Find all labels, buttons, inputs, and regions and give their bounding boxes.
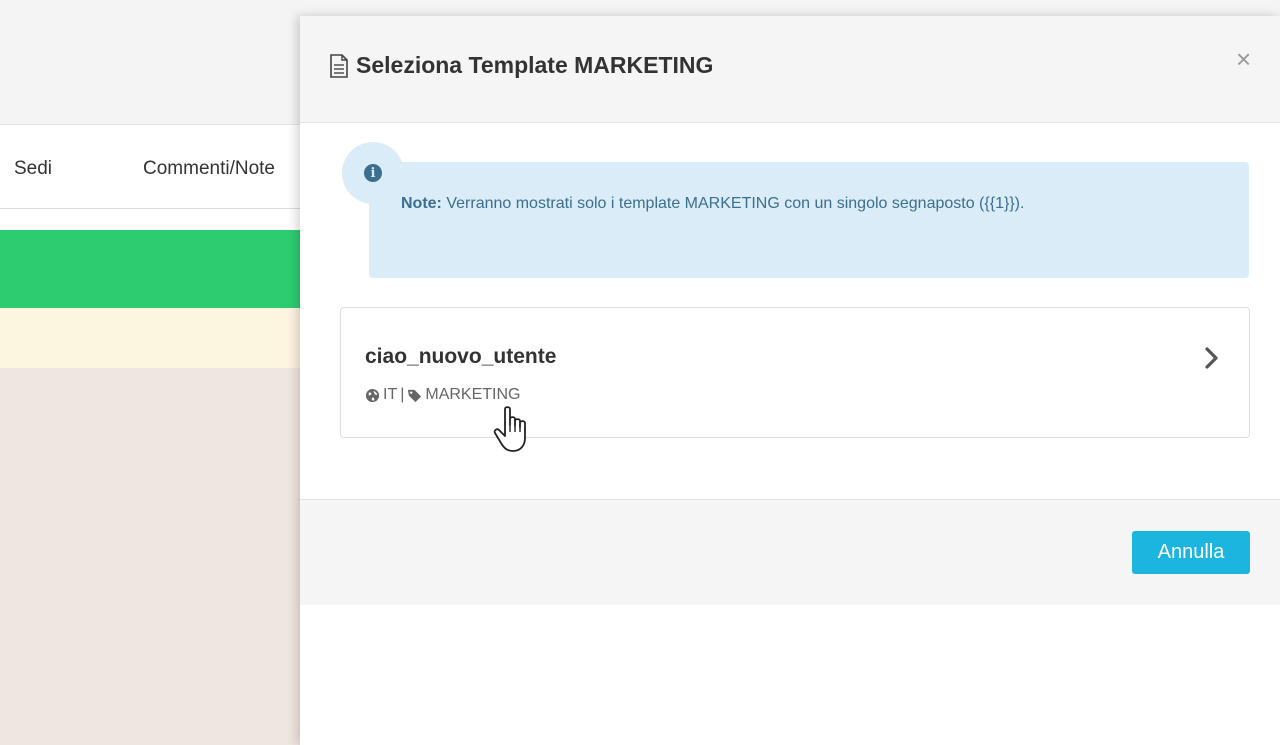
template-selection-modal: Seleziona Template MARKETING × i Note: V… — [300, 16, 1280, 745]
template-meta: IT | MARKETING — [365, 386, 521, 404]
document-icon — [330, 53, 348, 78]
template-list-item[interactable]: ciao_nuovo_utente IT | MARKETING — [340, 307, 1250, 438]
note-text: Verranno mostrati solo i template MARKET… — [446, 195, 1025, 212]
modal-footer: Annulla — [300, 499, 1280, 605]
info-badge: i — [342, 142, 404, 204]
tab-commenti-note[interactable]: Commenti/Note — [143, 158, 300, 180]
chevron-right-icon — [1205, 347, 1218, 369]
globe-icon — [365, 388, 380, 402]
hand-pointer-cursor-icon — [493, 406, 526, 452]
template-name: ciao_nuovo_utente — [365, 345, 557, 368]
warning-row — [0, 308, 300, 368]
tab-sedi[interactable]: Sedi — [14, 158, 52, 180]
note-label: Note: — [401, 195, 442, 212]
modal-title: Seleziona Template MARKETING — [328, 52, 713, 79]
meta-separator: | — [400, 386, 405, 403]
close-button[interactable]: × — [1236, 46, 1251, 72]
cancel-button[interactable]: Annulla — [1132, 531, 1250, 574]
tag-icon — [408, 389, 422, 402]
content-area — [0, 368, 300, 745]
template-language: IT — [383, 386, 398, 403]
modal-header: Seleziona Template MARKETING × — [300, 16, 1280, 123]
modal-title-text: Seleziona Template MARKETING — [356, 52, 714, 78]
info-callout: Note: Verranno mostrati solo i template … — [369, 162, 1249, 278]
template-category: MARKETING — [425, 386, 521, 403]
info-icon: i — [364, 164, 382, 182]
green-status-bar — [0, 230, 300, 308]
